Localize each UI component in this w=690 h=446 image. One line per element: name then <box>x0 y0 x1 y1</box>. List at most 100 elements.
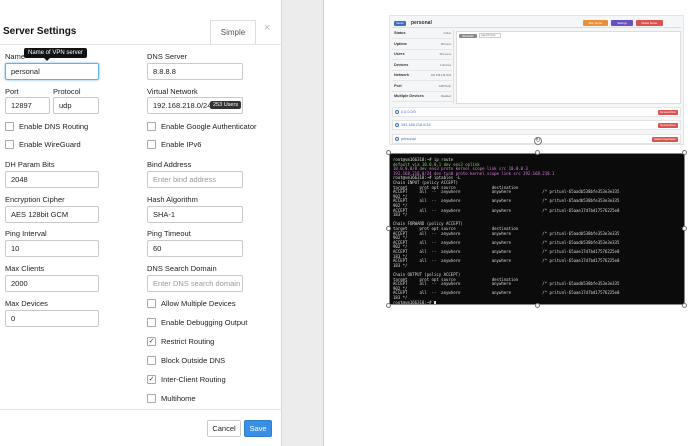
thumb-stat-row: Uptime 38 hours <box>392 41 452 50</box>
terminal-line-text: ACCEPT all -- anywhere anywhere /* pritu… <box>393 207 620 213</box>
terminal-line: ACCEPT all -- anywhere anywhere /* pritu… <box>393 198 619 203</box>
cipher-label: Encryption Cipher <box>5 195 65 204</box>
resize-handle[interactable] <box>682 150 687 155</box>
thumb-graph-select: Last 24 hours <box>479 33 501 38</box>
block-dns-label: Block Outside DNS <box>161 356 226 365</box>
debugging-checkbox[interactable] <box>147 318 156 327</box>
name-label: Name <box>5 52 26 61</box>
terminal-line: ACCEPT all -- anywhere anywhere /* pritu… <box>393 208 619 213</box>
thumb-route-row: 0.0.0.0/0 Remove Route <box>392 107 681 117</box>
terminal-line: root@vm166318:~# <box>393 299 436 305</box>
save-button[interactable]: Save <box>244 420 272 437</box>
server-settings-modal: Server Settings Simple × Name Name of VP… <box>0 0 282 446</box>
restrict-routing-checkbox[interactable]: ✓ <box>147 337 156 346</box>
hash-select[interactable]: SHA-1 <box>147 206 243 223</box>
terminal-line: 183 */ <box>393 263 407 268</box>
terminal-line-text: 183 */ <box>393 262 408 268</box>
name-input[interactable]: personal <box>5 63 99 80</box>
inter-client-checkbox[interactable]: ✓ <box>147 375 156 384</box>
resize-handle[interactable] <box>535 150 540 155</box>
thumb-graph: Bandwidth Last 24 hours <box>456 31 681 104</box>
route-icon <box>395 137 399 141</box>
cancel-button[interactable]: Cancel <box>207 420 241 437</box>
port-label: Port <box>5 87 19 96</box>
thumb-stat-row: Devices 0 devices <box>392 62 452 71</box>
thumb-title: personal <box>411 20 432 26</box>
thumb-stat-value: 38 hours <box>440 42 451 46</box>
protocol-select[interactable]: udp <box>53 97 99 114</box>
thumb-graph-button: Bandwidth <box>459 34 477 38</box>
dns-server-input[interactable]: 8.8.8.8 <box>147 63 243 80</box>
check-icon: ✓ <box>148 376 155 383</box>
terminal-line-text: 183 */ <box>393 212 408 218</box>
resize-handle[interactable] <box>535 303 540 308</box>
terminal-line-text: ACCEPT all -- anywhere anywhere /* pritu… <box>393 230 620 236</box>
thumb-stat-key: Uptime <box>394 41 407 46</box>
users-badge: 253 Users <box>210 101 242 109</box>
block-dns-checkbox[interactable] <box>147 356 156 365</box>
thumb-stat-key: Network <box>394 73 409 77</box>
resize-handle[interactable] <box>386 226 391 231</box>
restrict-routing-label: Restrict Routing <box>161 337 215 346</box>
google-auth-checkbox[interactable] <box>147 122 156 131</box>
terminal-line: ACCEPT all -- anywhere anywhere /* pritu… <box>393 281 619 286</box>
thumb-stat-value: 523 users <box>439 53 451 56</box>
inter-client-label: Inter-Client Routing <box>161 375 226 384</box>
thumb-route-button: Detach Organization <box>652 137 678 142</box>
ping-timeout-label: Ping Timeout <box>147 229 191 238</box>
wireguard-checkbox[interactable] <box>5 140 14 149</box>
thumb-stat-key: Multiple Devices <box>394 94 424 98</box>
multihome-checkbox[interactable] <box>147 394 156 403</box>
thumb-stats: Status Online Uptime 38 hours Users 523 users… <box>392 30 454 104</box>
cipher-select[interactable]: AES 128bit GCM <box>5 206 99 223</box>
dns-routing-checkbox[interactable] <box>5 122 14 131</box>
thumb-stat-row: Network 192.168.218.0/24 <box>392 72 452 81</box>
terminal-line: ACCEPT all -- anywhere anywhere /* pritu… <box>393 258 619 263</box>
max-clients-label: Max Clients <box>5 264 45 273</box>
terminal-line-text: ACCEPT all -- anywhere anywhere /* pritu… <box>393 290 620 296</box>
ping-interval-label: Ping Interval <box>5 229 47 238</box>
resize-handle[interactable] <box>386 303 391 308</box>
terminal-line-text: ACCEPT all -- anywhere anywhere /* pritu… <box>393 198 620 204</box>
terminal-line-text: ACCEPT all -- anywhere anywhere /* pritu… <box>393 258 620 264</box>
virtual-network-label: Virtual Network <box>147 87 198 96</box>
thumb-server-tag: Server <box>394 21 406 26</box>
terminal-line-text: ACCEPT all -- anywhere anywhere /* pritu… <box>393 189 620 195</box>
resize-handle[interactable] <box>386 150 391 155</box>
close-icon[interactable]: × <box>264 22 270 34</box>
resize-handle[interactable] <box>682 226 687 231</box>
debugging-label: Enable Debugging Output <box>161 318 248 327</box>
route-icon <box>395 110 399 114</box>
server-screenshot-image[interactable]: Server personal Stop Server Settings Del… <box>389 15 684 145</box>
ping-timeout-input[interactable]: 60 <box>147 240 243 257</box>
bind-address-input[interactable]: Enter bind address <box>147 171 243 188</box>
terminal-screenshot-image[interactable]: root@vm166318:~# ip route default via 10.… <box>389 153 685 305</box>
wireguard-label: Enable WireGuard <box>19 140 81 149</box>
simple-mode-tab[interactable]: Simple <box>210 20 256 44</box>
dns-search-label: DNS Search Domain <box>147 264 217 273</box>
thumb-route-label: 192.168.218.0/24 <box>401 123 431 127</box>
thumb-stat-row: Port 12897/udp <box>392 83 452 92</box>
panel-divider <box>323 0 324 446</box>
bind-address-label: Bind Address <box>147 160 192 169</box>
dns-routing-label: Enable DNS Routing <box>19 122 89 131</box>
max-clients-input[interactable]: 2000 <box>5 275 99 292</box>
ipv6-checkbox[interactable] <box>147 140 156 149</box>
rotate-handle-icon[interactable]: ↻ <box>534 137 542 145</box>
dns-server-label: DNS Server <box>147 52 188 61</box>
multiple-devices-checkbox[interactable] <box>147 299 156 308</box>
ping-interval-input[interactable]: 10 <box>5 240 99 257</box>
port-input[interactable]: 12897 <box>5 97 50 114</box>
thumb-stop-button: Stop Server <box>583 20 608 26</box>
dns-search-input[interactable]: Enter DNS search domain <box>147 275 243 292</box>
terminal-line-text: root@vm166318:~# <box>393 299 434 305</box>
thumb-stat-key: Users <box>394 52 405 56</box>
max-devices-input[interactable]: 0 <box>5 310 99 327</box>
resize-handle[interactable] <box>682 303 687 308</box>
terminal-line: ACCEPT all -- anywhere anywhere /* pritu… <box>393 240 619 245</box>
thumb-stat-key: Port <box>394 83 402 88</box>
thumb-stat-row: Multiple Devices Disabled <box>392 93 452 102</box>
terminal-cursor <box>433 300 436 304</box>
footer-divider <box>0 409 282 410</box>
dh-param-input[interactable]: 2048 <box>5 171 99 188</box>
